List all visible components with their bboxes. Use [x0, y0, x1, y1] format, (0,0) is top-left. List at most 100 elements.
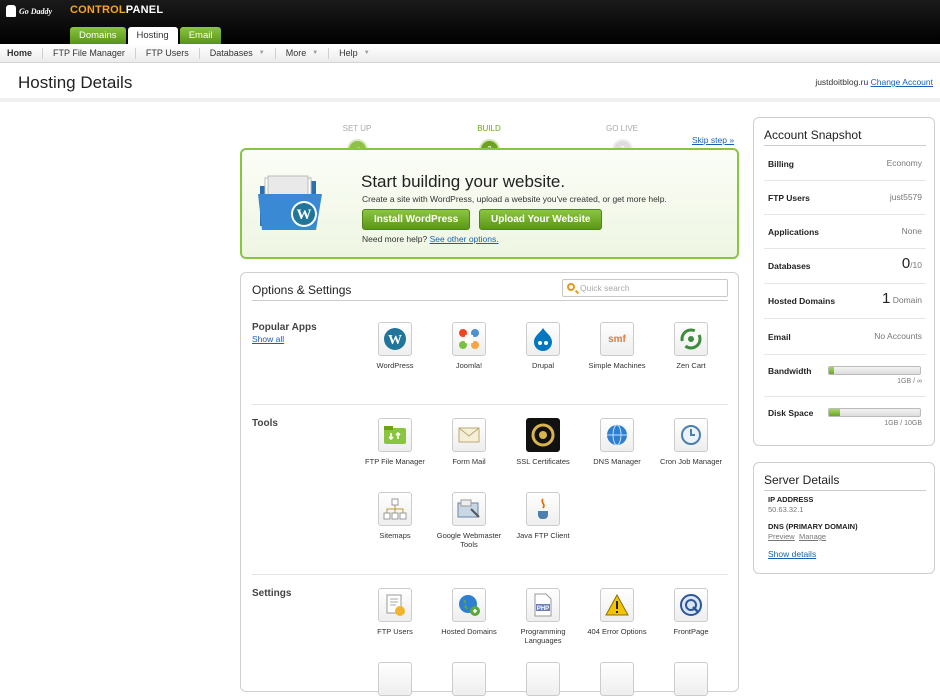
svg-text:W: W: [388, 333, 402, 348]
email-value: No Accounts: [874, 331, 922, 341]
server-details-panel: Server Details IP ADDRESS 50.63.32.1 DNS…: [753, 462, 935, 574]
ip-address-label: IP ADDRESS: [768, 495, 814, 504]
app-drupal[interactable]: Drupal: [505, 322, 581, 371]
app-java-ftp-client[interactable]: Java FTP Client: [505, 492, 581, 541]
nav-ftp-users[interactable]: FTP Users: [136, 47, 200, 59]
settings-app-icon: [526, 662, 560, 696]
app-more-1[interactable]: [357, 662, 433, 696]
show-all-link[interactable]: Show all: [252, 334, 284, 344]
php-icon: PHP: [526, 588, 560, 622]
account-snapshot-panel: Account Snapshot Billing Economy FTP Use…: [753, 117, 935, 446]
app-joomla[interactable]: Joomla!: [431, 322, 507, 371]
logo-text: Go Daddy: [19, 6, 53, 16]
upload-website-button[interactable]: Upload Your Website: [479, 209, 603, 230]
tab-hosting[interactable]: Hosting: [127, 27, 178, 44]
section-title-popular-apps: Popular Apps: [252, 322, 317, 333]
options-title: Options & Settings: [252, 283, 352, 297]
page-header: Hosting Details justdoitblog.ru Change A…: [0, 64, 940, 102]
nav-databases[interactable]: Databases ▼: [200, 47, 276, 59]
app-dns-manager[interactable]: DNS Manager: [579, 418, 655, 467]
billing-label: Billing: [768, 159, 794, 169]
show-details-link[interactable]: Show details: [768, 549, 816, 559]
databases-value: 0/10: [901, 255, 922, 272]
app-google-webmaster-tools[interactable]: Google Webmaster Tools: [431, 492, 507, 549]
nav-home[interactable]: Home: [0, 47, 44, 59]
app-simple-machines[interactable]: smf Simple Machines: [579, 322, 655, 371]
wordpress-folder-icon: W: [258, 175, 322, 230]
joomla-icon: [452, 322, 486, 356]
step-label-setup: SET UP: [342, 124, 372, 133]
app-more-5[interactable]: [653, 662, 729, 696]
logo-mascot-icon: [6, 5, 16, 17]
quick-search-input[interactable]: Quick search: [562, 279, 728, 297]
change-account-link[interactable]: Change Account: [871, 77, 933, 87]
nav-help[interactable]: Help ▼: [329, 48, 379, 59]
help-text: Need more help? See other options.: [362, 234, 499, 244]
ip-address-value: 50.63.32.1: [768, 505, 804, 514]
frontpage-icon: [674, 588, 708, 622]
databases-label: Databases: [768, 261, 811, 271]
tab-email[interactable]: Email: [179, 27, 222, 44]
dns-manage-link[interactable]: Manage: [799, 532, 826, 541]
svg-text:W: W: [297, 207, 312, 223]
settings-app-icon: [378, 662, 412, 696]
app-ftp-users[interactable]: FTP Users: [357, 588, 433, 637]
svg-text:PHP: PHP: [537, 606, 549, 612]
skip-step-link[interactable]: Skip step »: [692, 135, 734, 145]
app-ssl-certificates[interactable]: SSL Certificates: [505, 418, 581, 467]
nav-ftp-file-manager[interactable]: FTP File Manager: [43, 47, 136, 59]
hosted-domains-label: Hosted Domains: [768, 296, 836, 306]
section-title-settings: Settings: [252, 588, 292, 599]
app-more-3[interactable]: [505, 662, 581, 696]
section-title-tools: Tools: [252, 418, 278, 429]
app-404-error-options[interactable]: 404 Error Options: [579, 588, 655, 637]
disk-space-label: Disk Space: [768, 408, 814, 418]
see-other-options-link[interactable]: See other options.: [430, 234, 499, 244]
sitemap-icon: [378, 492, 412, 526]
settings-app-icon: [452, 662, 486, 696]
settings-app-icon: [600, 662, 634, 696]
disk-space-note: 1GB / 10GB: [884, 420, 922, 427]
tab-domains[interactable]: Domains: [70, 27, 126, 44]
smf-icon: smf: [600, 322, 634, 356]
dns-preview-link[interactable]: Preview: [768, 532, 795, 541]
step-label-golive: GO LIVE: [605, 124, 638, 133]
wordpress-icon: W: [378, 322, 412, 356]
app-more-2[interactable]: [431, 662, 507, 696]
bandwidth-label: Bandwidth: [768, 366, 812, 376]
ftp-folder-icon: [378, 418, 412, 452]
java-icon: [526, 492, 560, 526]
clock-icon: [674, 418, 708, 452]
dns-label: DNS (PRIMARY DOMAIN): [768, 522, 858, 531]
page-title: Hosting Details: [18, 73, 133, 92]
ssl-lock-icon: [526, 418, 560, 452]
applications-label: Applications: [768, 227, 820, 237]
app-ftp-file-manager[interactable]: FTP File Manager: [357, 418, 433, 467]
top-bar: Go Daddy CONTROLPANEL Domains Hosting Em…: [0, 0, 940, 44]
options-settings-panel: Options & Settings Quick search Popular …: [240, 272, 739, 696]
chevron-down-icon: ▼: [363, 50, 370, 56]
build-website-panel: W Start building your website. Create a …: [240, 148, 739, 259]
app-hosted-domains[interactable]: Hosted Domains: [431, 588, 507, 637]
account-domain: justdoitblog.ru: [815, 77, 869, 87]
bandwidth-note: 1GB / ∞: [897, 378, 922, 385]
app-more-4[interactable]: [579, 662, 655, 696]
godaddy-logo[interactable]: Go Daddy: [6, 4, 52, 18]
ftp-users-label: FTP Users: [768, 193, 810, 203]
mail-icon: [452, 418, 486, 452]
nav-more[interactable]: More ▼: [276, 47, 330, 59]
app-frontpage[interactable]: FrontPage: [653, 588, 729, 637]
install-wordpress-button[interactable]: Install WordPress: [362, 209, 471, 230]
app-sitemaps[interactable]: Sitemaps: [357, 492, 433, 541]
account-snapshot-title: Account Snapshot: [764, 128, 862, 142]
drupal-icon: [526, 322, 560, 356]
app-cron-job-manager[interactable]: Cron Job Manager: [653, 418, 729, 467]
app-programming-languages[interactable]: PHP Programming Languages: [505, 588, 581, 645]
warning-icon: [600, 588, 634, 622]
settings-app-icon: [674, 662, 708, 696]
app-form-mail[interactable]: Form Mail: [431, 418, 507, 467]
bandwidth-bar: [828, 366, 921, 375]
app-wordpress[interactable]: W WordPress: [357, 322, 433, 371]
app-zen-cart[interactable]: Zen Cart: [653, 322, 729, 371]
webmaster-tools-icon: [452, 492, 486, 526]
